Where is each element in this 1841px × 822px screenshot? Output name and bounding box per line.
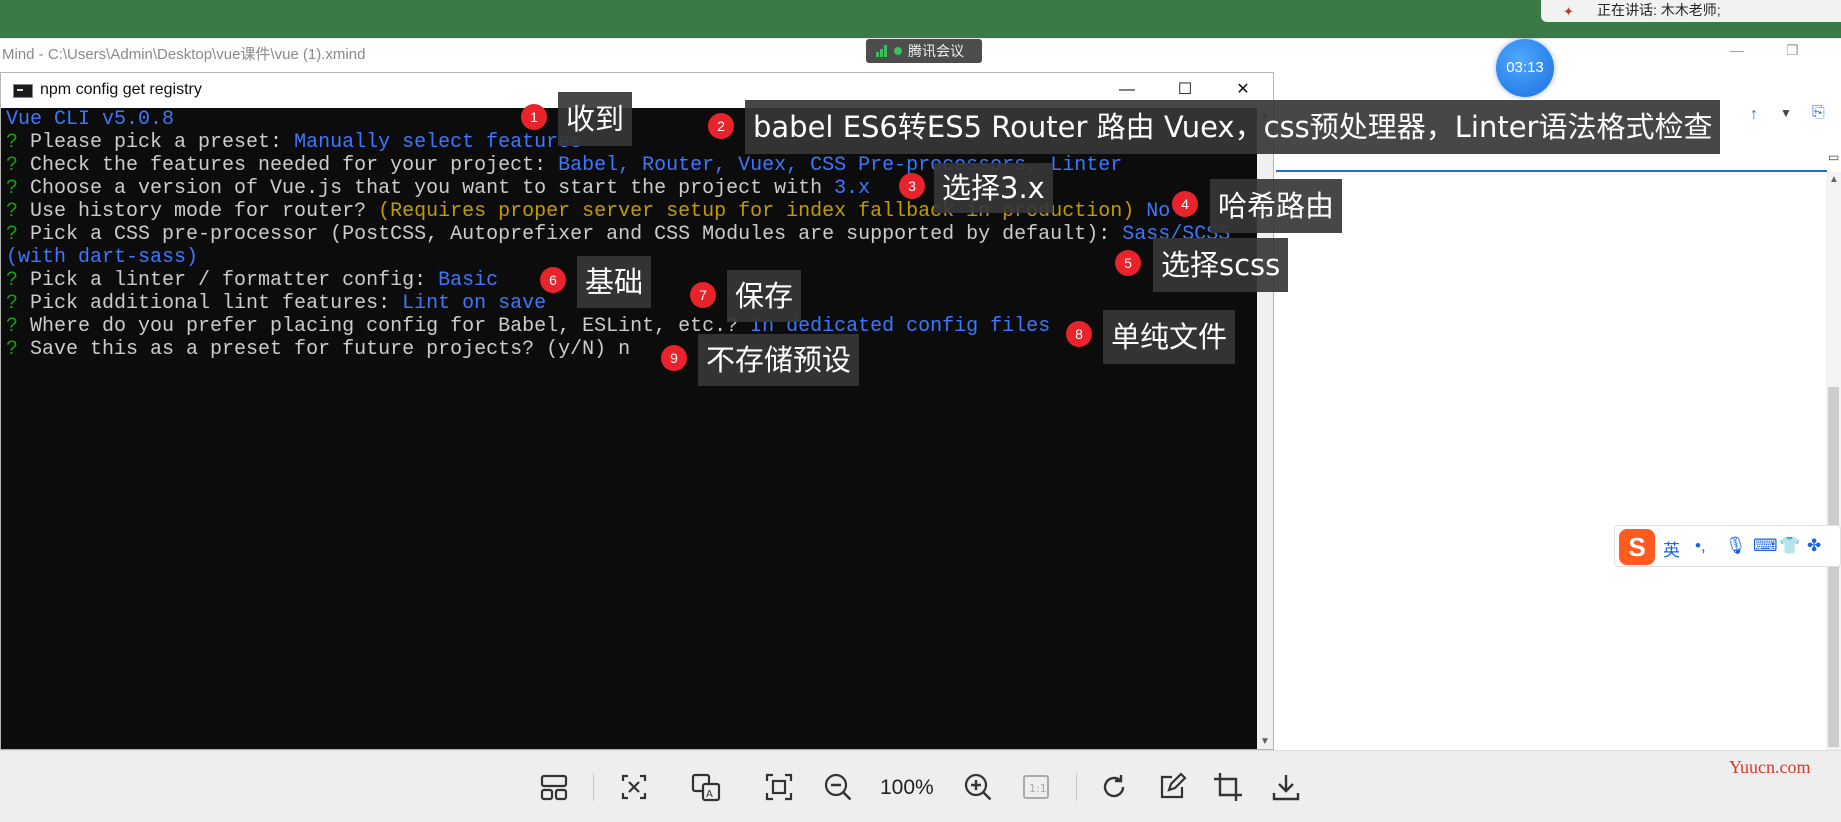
- meeting-app-name: 腾讯会议: [908, 43, 964, 59]
- scroll-down-icon[interactable]: ▼: [1260, 736, 1270, 747]
- background-scrollbar[interactable]: ▲: [1826, 172, 1841, 750]
- scroll-up-icon[interactable]: ▲: [1829, 174, 1839, 185]
- actual-size-icon[interactable]: 1:1: [1018, 769, 1054, 805]
- annotation-badge: 5: [1115, 250, 1141, 276]
- layout-icon[interactable]: [536, 769, 572, 805]
- terminal-line: ? Pick a CSS pre-processor (PostCSS, Aut…: [6, 223, 1231, 246]
- terminal-line: ? Save this as a preset for future proje…: [6, 338, 631, 361]
- translate-icon[interactable]: A: [688, 769, 724, 805]
- signal-icon: [876, 45, 890, 57]
- annotation-label: 保存: [727, 270, 802, 322]
- fit-screen-icon[interactable]: [761, 769, 797, 805]
- terminal-output[interactable]: Vue CLI v5.0.8 ? Please pick a preset: M…: [1, 108, 1257, 749]
- restore-icon[interactable]: ❐: [1786, 42, 1799, 59]
- annotation-label: 不存储预设: [698, 334, 860, 386]
- annotation-label: 基础: [577, 256, 652, 308]
- terminal-line: ? Where do you prefer placing config for…: [6, 315, 1051, 338]
- annotation-label: 哈希路由: [1210, 179, 1343, 233]
- toolbar-separator: [1076, 773, 1077, 801]
- minimize-icon[interactable]: —: [1730, 42, 1744, 58]
- toolbox-icon[interactable]: ✤: [1807, 536, 1821, 556]
- annotation-badge: 4: [1172, 191, 1198, 217]
- background-app-title: Mind - C:\Users\Admin\Desktop\vue课件\vue …: [2, 46, 366, 63]
- annotation-label: 单纯文件: [1103, 310, 1236, 364]
- speaking-text: 正在讲话: 木木老师;: [1597, 2, 1721, 18]
- terminal-line: (with dart-sass): [6, 246, 199, 269]
- annotation-badge: 3: [899, 173, 925, 199]
- microphone-icon[interactable]: 🎙: [1725, 536, 1747, 556]
- annotation-badge: 6: [540, 267, 566, 293]
- svg-text:1:1: 1:1: [1029, 782, 1047, 795]
- scrollbar-thumb[interactable]: [1828, 387, 1839, 747]
- skin-icon[interactable]: 👕: [1779, 536, 1800, 556]
- terminal-line: ? Choose a version of Vue.js that you wa…: [6, 177, 871, 200]
- terminal-window: npm config get registry — ☐ ✕ Vue CLI v5…: [0, 72, 1274, 750]
- image-viewer-toolbar: A 100% 1:1: [0, 750, 1841, 822]
- annotation-badge: 8: [1066, 321, 1092, 347]
- edit-icon[interactable]: [1154, 769, 1190, 805]
- speaking-indicator: ✦ 正在讲话: 木木老师;: [1541, 0, 1841, 22]
- background-divider: [1276, 170, 1827, 172]
- watermark-text: Yuucn.com: [1729, 757, 1811, 777]
- keyboard-icon[interactable]: ⌨: [1753, 536, 1778, 556]
- terminal-line: ? Please pick a preset: Manually select …: [6, 131, 583, 154]
- ime-language-toggle[interactable]: 英: [1663, 536, 1680, 561]
- dropdown-icon[interactable]: ▼: [1780, 106, 1792, 120]
- toolbar-separator: [593, 773, 594, 801]
- crop-icon[interactable]: [1210, 769, 1246, 805]
- annotation-badge: 2: [708, 113, 734, 139]
- terminal-line: ? Pick additional lint features: Lint on…: [6, 292, 547, 315]
- console-icon: [13, 84, 33, 98]
- annotation-label: 收到: [558, 92, 633, 146]
- ime-toolbar: S 英 •, 🎙 ⌨ 👕 ✤: [1614, 525, 1841, 567]
- zoom-in-icon[interactable]: [960, 769, 996, 805]
- export-icon[interactable]: ⎘: [1812, 104, 1825, 122]
- terminal-title: npm config get registry: [40, 81, 202, 98]
- terminal-line: ? Pick a linter / formatter config: Basi…: [6, 269, 499, 292]
- microphone-icon: ✦: [1563, 4, 1574, 19]
- terminal-line: Vue CLI v5.0.8: [6, 108, 175, 131]
- meeting-timer[interactable]: 03:13: [1496, 39, 1554, 97]
- scan-icon[interactable]: [616, 769, 652, 805]
- annotation-label: 选择scss: [1153, 238, 1289, 292]
- annotation-badge: 7: [690, 282, 716, 308]
- zoom-level: 100%: [880, 776, 934, 799]
- ime-punctuation-toggle[interactable]: •,: [1695, 536, 1706, 556]
- annotation-badge: 9: [661, 345, 687, 371]
- svg-text:A: A: [706, 789, 713, 800]
- rotate-icon[interactable]: [1096, 769, 1132, 805]
- status-dot-icon: [894, 47, 902, 55]
- sogou-logo-icon[interactable]: S: [1619, 529, 1655, 565]
- zoom-out-icon[interactable]: [820, 769, 856, 805]
- meeting-app-pill[interactable]: 腾讯会议: [866, 39, 982, 63]
- arrow-up-icon[interactable]: ↑: [1750, 106, 1758, 124]
- annotation-label: 选择3.x: [934, 163, 1053, 213]
- download-icon[interactable]: [1268, 769, 1304, 805]
- panel-icon[interactable]: ▭: [1828, 150, 1839, 164]
- annotation-badge: 1: [521, 104, 547, 130]
- annotation-label: babel ES6转ES5 Router 路由 Vuex，css预处理器，Lin…: [745, 100, 1721, 154]
